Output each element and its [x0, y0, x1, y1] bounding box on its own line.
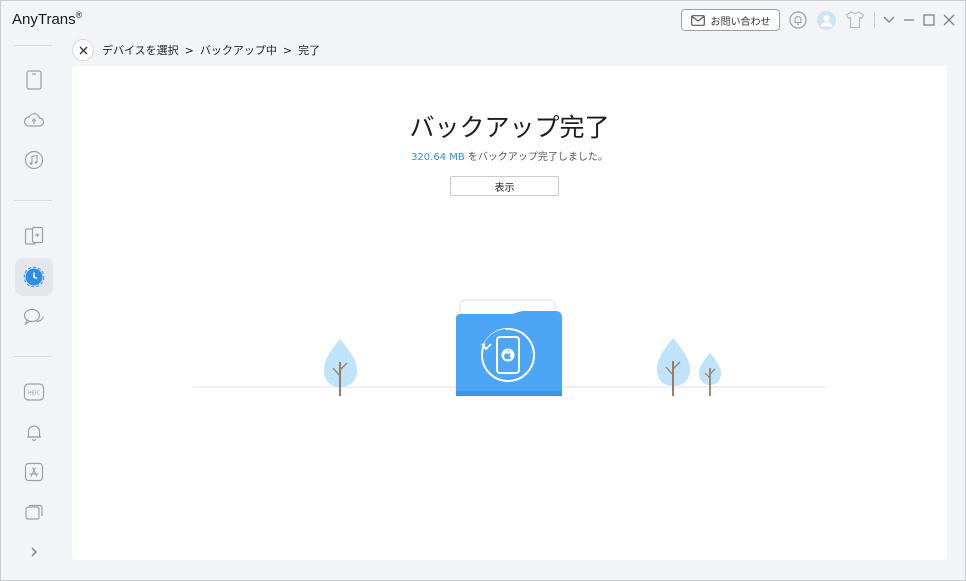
sidebar-item-phone-switch[interactable] — [15, 217, 53, 255]
breadcrumb: デバイスを選択 > バックアップ中 > 完了 — [102, 42, 320, 58]
breadcrumb-separator: > — [282, 43, 293, 57]
sidebar-expand-button[interactable] — [15, 533, 53, 571]
app-window: AnyTrans® お問い合わせ HEIC デバイスを選択 > バックアップ中 … — [0, 0, 966, 581]
breadcrumb-item[interactable]: デバイスを選択 — [102, 42, 179, 58]
minimize-icon[interactable] — [899, 10, 919, 30]
heic-icon: HEIC — [23, 383, 45, 401]
music-icon — [24, 150, 44, 170]
close-icon — [79, 46, 87, 54]
sidebar-item-backup[interactable] — [15, 258, 53, 296]
sidebar-item-music[interactable] — [15, 141, 53, 179]
chevron-right-icon — [31, 547, 37, 557]
main-panel: バックアップ完了 320.64 MB をバックアップ完了しました。 表示 — [72, 66, 947, 560]
app-title: AnyTrans® — [12, 10, 82, 28]
sidebar-item-messages[interactable] — [15, 298, 53, 336]
sidebar-item-app-store[interactable] — [15, 453, 53, 491]
sidebar-item-screen-mirror[interactable] — [15, 493, 53, 531]
sidebar-item-cloud[interactable] — [15, 101, 53, 139]
bell-icon[interactable] — [788, 10, 808, 30]
title-bar: AnyTrans® お問い合わせ — [1, 1, 965, 39]
maximize-icon[interactable] — [919, 10, 939, 30]
breadcrumb-separator: > — [184, 43, 194, 57]
breadcrumb-item[interactable]: バックアップ中 — [200, 42, 277, 58]
tshirt-icon[interactable] — [845, 10, 865, 30]
tree-icon — [698, 353, 722, 396]
close-wizard-button[interactable] — [72, 39, 94, 61]
sidebar-divider — [14, 200, 52, 201]
messages-icon — [23, 308, 44, 326]
sidebar-divider — [14, 356, 52, 357]
sidebar-item-ringtone[interactable] — [15, 413, 53, 451]
ringtone-icon — [27, 425, 41, 441]
titlebar-divider — [874, 12, 875, 28]
sidebar-divider — [14, 45, 52, 46]
contact-button[interactable]: お問い合わせ — [681, 9, 780, 31]
device-icon — [26, 70, 42, 90]
app-store-icon — [24, 462, 44, 482]
app-name: AnyTrans — [12, 11, 76, 28]
backup-complete-illustration — [193, 299, 826, 396]
user-avatar-icon[interactable] — [816, 10, 836, 30]
heic-label: HEIC — [28, 390, 41, 396]
screen-mirror-icon — [25, 504, 43, 520]
chevron-down-icon[interactable] — [879, 10, 899, 30]
breadcrumb-item-current: 完了 — [298, 44, 321, 57]
sidebar: HEIC — [1, 39, 65, 580]
contact-label: お問い合わせ — [710, 16, 771, 28]
phone-switch-icon — [24, 226, 44, 245]
sidebar-item-device[interactable] — [15, 61, 53, 99]
registered-mark: ® — [75, 10, 83, 20]
backup-icon — [23, 266, 45, 288]
mail-icon — [690, 14, 705, 26]
cloud-icon — [23, 113, 45, 127]
sidebar-item-heic[interactable]: HEIC — [15, 373, 53, 411]
close-icon[interactable] — [939, 10, 959, 30]
